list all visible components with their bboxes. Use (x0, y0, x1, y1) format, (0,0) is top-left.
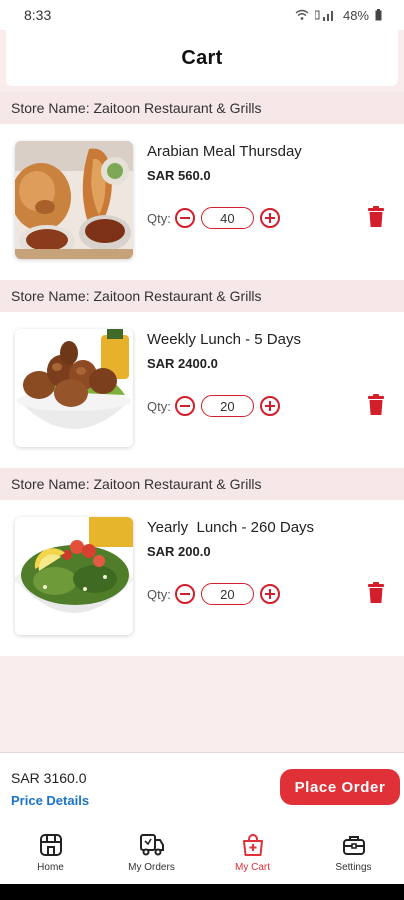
delete-item-icon[interactable] (366, 394, 386, 416)
wifi-icon (295, 9, 309, 20)
status-bar: 8:33 48% (0, 0, 404, 30)
increase-qty-button[interactable] (259, 208, 280, 228)
delete-item-icon[interactable] (366, 582, 386, 604)
item-image-arabian-meal (15, 141, 133, 259)
cart-total: SAR 3160.0 (11, 770, 87, 786)
cart-header: Cart (6, 30, 398, 86)
item-name: Yearly Lunch - 260 Days (147, 519, 315, 536)
quantity-stepper: Qty: 20 (147, 582, 280, 606)
cart-item: Yearly Lunch - 260 Days SAR 200.0 Qty: 2… (0, 500, 404, 656)
price-details-link[interactable]: Price Details (11, 793, 89, 808)
system-navigation-bar (0, 884, 404, 900)
cart-item: Weekly Lunch - 5 Days SAR 2400.0 Qty: 20 (0, 312, 404, 468)
qty-label: Qty: (147, 210, 171, 226)
status-indicators: 48% (295, 8, 382, 23)
qty-label: Qty: (147, 398, 171, 414)
store-name-bar: Store Name: Zaitoon Restaurant & Grills (0, 92, 404, 124)
item-image-yearly-lunch (15, 517, 133, 635)
store-icon (39, 834, 62, 856)
status-time: 8:33 (24, 7, 52, 23)
checkout-bar: SAR 3160.0 Price Details Place Order (0, 752, 404, 824)
increase-qty-button[interactable] (259, 396, 280, 416)
battery-icon (375, 9, 382, 21)
increase-qty-button[interactable] (259, 584, 280, 604)
nav-item-my-cart[interactable]: My Cart (202, 824, 303, 884)
shopping-bag-icon (242, 834, 263, 856)
battery-percent: 48% (342, 7, 369, 23)
page-title: Cart (181, 46, 223, 69)
decrease-qty-button[interactable] (174, 208, 195, 228)
item-price: SAR 560.0 (147, 168, 211, 183)
nav-label-my-cart: My Cart (235, 862, 270, 873)
item-price: SAR 2400.0 (147, 356, 218, 371)
quantity-stepper: Qty: 20 (147, 394, 280, 418)
quantity-stepper: Qty: 40 (147, 206, 280, 230)
nav-label-home: Home (37, 862, 64, 873)
qty-label: Qty: (147, 586, 171, 602)
qty-input[interactable]: 20 (200, 395, 254, 417)
qty-input[interactable]: 40 (200, 207, 254, 229)
qty-input[interactable]: 20 (200, 583, 254, 605)
place-order-button[interactable]: Place Order (280, 769, 400, 805)
signal-icon (314, 10, 333, 21)
item-image-weekly-lunch (15, 329, 133, 447)
decrease-qty-button[interactable] (174, 396, 195, 416)
store-name-bar: Store Name: Zaitoon Restaurant & Grills (0, 280, 404, 312)
delivery-truck-icon (139, 834, 164, 856)
item-price: SAR 200.0 (147, 544, 211, 559)
nav-item-settings[interactable]: Settings (303, 824, 404, 884)
delete-item-icon[interactable] (366, 206, 386, 228)
cart-item: Arabian Meal Thursday SAR 560.0 Qty: 40 (0, 124, 404, 280)
nav-item-home[interactable]: Home (0, 824, 101, 884)
item-name: Weekly Lunch - 5 Days (147, 331, 301, 348)
store-name-bar: Store Name: Zaitoon Restaurant & Grills (0, 468, 404, 500)
nav-item-my-orders[interactable]: My Orders (101, 824, 202, 884)
briefcase-icon (342, 836, 365, 855)
bottom-navigation: Home My Orders My Cart Settings (0, 824, 404, 884)
nav-label-settings: Settings (335, 862, 372, 873)
nav-label-my-orders: My Orders (128, 862, 175, 873)
item-name: Arabian Meal Thursday (147, 143, 302, 160)
decrease-qty-button[interactable] (174, 584, 195, 604)
